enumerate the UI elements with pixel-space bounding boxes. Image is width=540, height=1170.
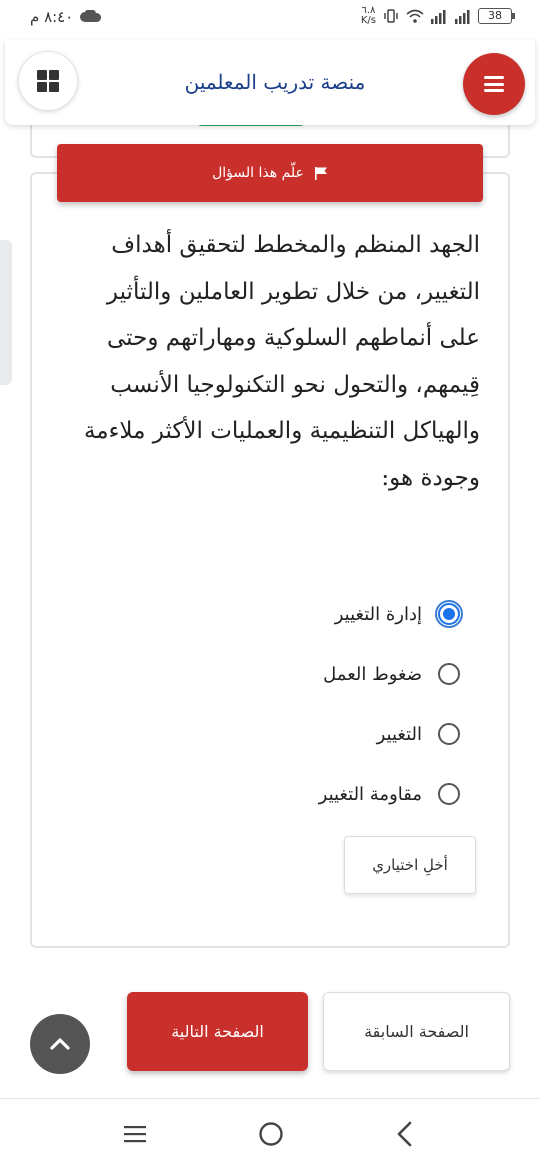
option-label: مقاومة التغيير xyxy=(318,783,422,805)
back-icon[interactable] xyxy=(395,1121,415,1147)
battery-indicator: 38 xyxy=(478,8,515,24)
option-2[interactable]: ضغوط العمل xyxy=(323,656,460,692)
flag-question-label: علّم هذا السؤال xyxy=(212,165,304,181)
radio-unchecked-icon[interactable] xyxy=(438,663,460,685)
option-4[interactable]: مقاومة التغيير xyxy=(319,776,460,812)
radio-unchecked-icon[interactable] xyxy=(438,723,460,745)
app-header: منصة تدريب المعلمين xyxy=(5,40,535,125)
recent-apps-icon[interactable] xyxy=(124,1125,146,1143)
app-title: منصة تدريب المعلمين xyxy=(184,70,366,94)
radio-unchecked-icon[interactable] xyxy=(438,783,460,805)
previous-page-button[interactable]: الصفحة السابقة xyxy=(323,992,510,1071)
chevron-up-icon xyxy=(50,1038,70,1050)
option-label: إدارة التغيير xyxy=(334,603,422,625)
option-1[interactable]: إدارة التغيير xyxy=(334,596,463,632)
vibrate-icon xyxy=(384,9,398,23)
option-label: التغيير xyxy=(376,723,422,745)
radio-checked-icon[interactable] xyxy=(435,600,463,628)
next-page-button[interactable]: الصفحة التالية xyxy=(127,992,308,1071)
menu-button[interactable] xyxy=(463,53,525,115)
home-icon[interactable] xyxy=(258,1121,284,1147)
scroll-to-top-button[interactable] xyxy=(30,1014,90,1074)
status-bar: ٨:٤٠ م ٦.٨ K/s 38 xyxy=(0,0,540,40)
apps-button[interactable] xyxy=(18,51,78,111)
menu-icon xyxy=(484,76,504,92)
signal-icon-2 xyxy=(455,10,470,24)
flag-question-button[interactable]: علّم هذا السؤال xyxy=(57,144,483,202)
side-drawer-handle[interactable] xyxy=(0,240,12,385)
flag-icon xyxy=(314,167,327,180)
option-3[interactable]: التغيير xyxy=(377,716,460,752)
status-time: ٨:٤٠ م xyxy=(30,8,74,26)
network-speed: ٦.٨ K/s xyxy=(361,6,376,26)
option-label: ضغوط العمل xyxy=(323,663,422,685)
question-text: الجهد المنظم والمخطط لتحقيق أهداف التغيي… xyxy=(83,232,480,491)
network-speed-unit: K/s xyxy=(360,15,376,26)
signal-icon xyxy=(431,10,446,24)
cloud-icon xyxy=(80,10,102,22)
clear-choice-button[interactable]: أخلِ اختياري xyxy=(344,836,476,894)
grid-icon xyxy=(37,70,59,92)
status-indicators: ٦.٨ K/s 38 xyxy=(361,6,515,26)
system-nav-bar xyxy=(0,1098,540,1170)
wifi-icon xyxy=(406,9,424,23)
